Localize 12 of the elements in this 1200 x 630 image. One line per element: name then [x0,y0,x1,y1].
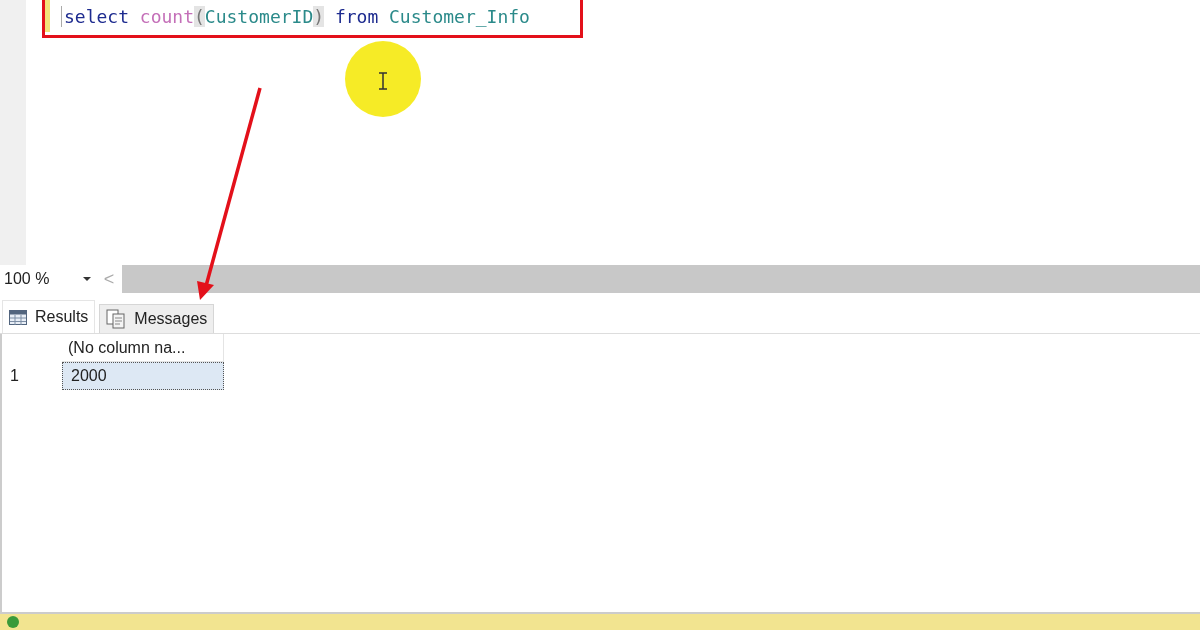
results-tab[interactable]: Results [2,300,96,333]
table-cell[interactable]: 2000 [62,362,224,390]
caret-icon [82,276,92,282]
horizontal-scrollbar[interactable] [122,265,1200,293]
code-line: select count(CustomerID) from Customer_Info [61,5,530,27]
change-marker [44,0,50,32]
zoom-dropdown[interactable]: 100 % [0,267,96,291]
results-tab[interactable]: Messages [99,304,215,333]
documents-icon [106,309,127,329]
status-icon [6,615,20,629]
grid-icon [9,309,27,325]
row-number: 1 [9,366,20,386]
